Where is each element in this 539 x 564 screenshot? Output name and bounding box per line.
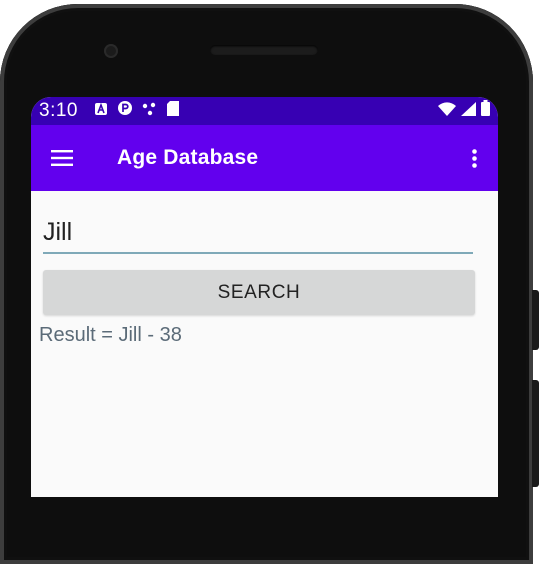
- result-text: Result = Jill - 38: [39, 324, 182, 346]
- earpiece-speaker: [210, 45, 318, 55]
- sd-card-icon: [166, 100, 179, 122]
- search-button[interactable]: SEARCH: [43, 270, 475, 315]
- volume-button[interactable]: [532, 380, 539, 487]
- battery-icon: [481, 100, 490, 122]
- wifi-icon: [438, 100, 456, 122]
- p-circle-icon: [117, 100, 133, 122]
- status-time: 3:10: [39, 100, 78, 121]
- status-bar: 3:10: [31, 97, 498, 125]
- power-button[interactable]: [532, 290, 539, 350]
- dots-icon: [142, 100, 158, 122]
- menu-button[interactable]: [51, 147, 85, 169]
- more-vert-icon: [471, 148, 477, 168]
- a-badge-icon: [94, 100, 108, 122]
- overflow-menu-button[interactable]: [466, 147, 482, 169]
- menu-icon: [51, 150, 73, 166]
- screen: 3:10 Age Database Jill SEARCH Result = J…: [31, 97, 498, 497]
- app-bar: Age Database: [31, 125, 498, 191]
- signal-icon: [461, 100, 476, 122]
- app-title: Age Database: [117, 146, 259, 169]
- front-camera: [104, 44, 118, 58]
- name-input[interactable]: [43, 214, 473, 254]
